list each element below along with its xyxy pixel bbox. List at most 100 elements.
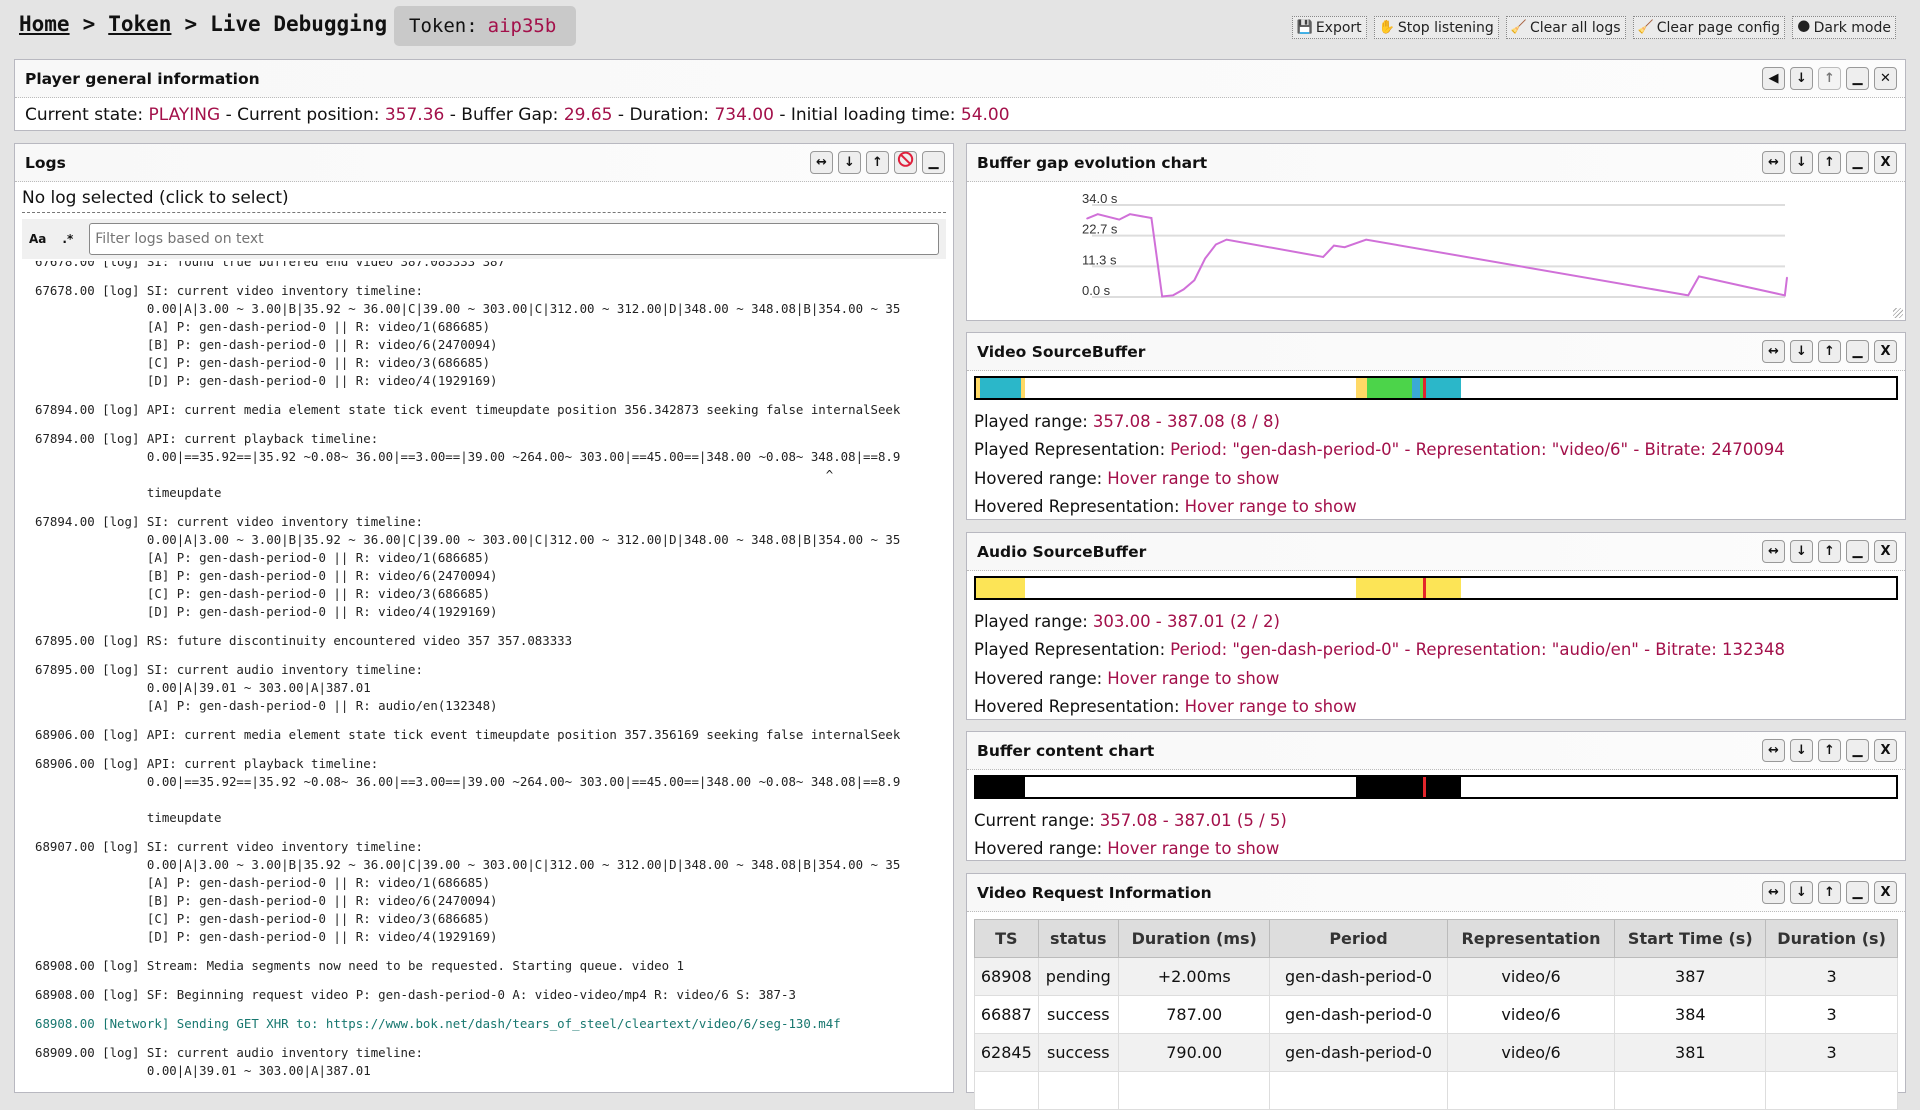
close-button[interactable]: X xyxy=(1874,151,1897,174)
minimize-button[interactable]: ▁ xyxy=(922,151,945,174)
audio-buffer-bar[interactable] xyxy=(974,576,1898,600)
case-sensitive-toggle[interactable]: Aa xyxy=(29,232,46,246)
y-tick-label: 11.3 s xyxy=(1082,252,1117,267)
module-header: Logs ↔ ↓ ↑ 🛇 ▁ xyxy=(15,144,953,182)
move-up-button[interactable]: ↑ xyxy=(1818,67,1841,90)
move-up-button[interactable]: ↑ xyxy=(1818,881,1841,904)
table-cell: video/6 xyxy=(1446,995,1616,1034)
token-badge: Token: aip35b xyxy=(394,6,576,46)
move-up-button[interactable]: ↑ xyxy=(1818,540,1841,563)
close-button[interactable]: X xyxy=(1874,881,1897,904)
module-title: Video SourceBuffer xyxy=(977,342,1146,361)
buffered-range-segment[interactable] xyxy=(1367,378,1413,398)
minimize-button[interactable]: ▁ xyxy=(1846,739,1869,762)
log-entry[interactable]: 67895.00 [log] RS: future discontinuity … xyxy=(22,632,946,650)
move-up-button[interactable]: ↑ xyxy=(1818,340,1841,363)
width-toggle-button[interactable]: ↔ xyxy=(1762,540,1785,563)
breadcrumb-token-link[interactable]: Token xyxy=(108,12,171,36)
buffered-range-segment[interactable] xyxy=(1021,378,1025,398)
column-header-period: Period xyxy=(1269,919,1448,958)
module-header: Video SourceBuffer ↔ ↓ ↑ ▁ X xyxy=(967,333,1905,371)
move-down-button[interactable]: ↓ xyxy=(838,151,861,174)
current-range-line: Current range: 357.08 - 387.01 (5 / 5) xyxy=(974,806,1898,835)
buffer-gap-data-point xyxy=(1172,294,1174,297)
width-toggle-button[interactable]: ↔ xyxy=(1762,881,1785,904)
close-button[interactable]: ✕ xyxy=(1874,67,1897,90)
minimize-button[interactable]: ▁ xyxy=(1846,881,1869,904)
move-down-button[interactable]: ↓ xyxy=(1790,340,1813,363)
move-up-button[interactable]: ↑ xyxy=(866,151,889,174)
minimize-button[interactable]: ▁ xyxy=(1846,67,1869,90)
log-entry[interactable]: 67894.00 [log] API: current playback tim… xyxy=(22,430,946,502)
log-entry[interactable]: 67894.00 [log] SI: current video invento… xyxy=(22,513,946,621)
minimize-button[interactable]: ▁ xyxy=(1846,540,1869,563)
duration-value: 734.00 xyxy=(714,105,774,125)
buffer-gap-series-line xyxy=(1086,213,1788,298)
width-toggle-button[interactable]: ↔ xyxy=(1762,151,1785,174)
close-button[interactable]: X xyxy=(1874,540,1897,563)
buffered-range-segment[interactable] xyxy=(1355,378,1368,398)
column-header-representation: Representation xyxy=(1446,919,1616,958)
module-header: Audio SourceBuffer ↔ ↓ ↑ ▁ X xyxy=(967,533,1905,571)
log-entry[interactable]: 68906.00 [log] API: current media elemen… xyxy=(22,726,946,744)
buffered-range-segment[interactable] xyxy=(1423,378,1462,398)
close-button[interactable]: X xyxy=(1874,739,1897,762)
log-entry[interactable]: 68907.00 [log] SI: current video invento… xyxy=(22,838,946,946)
log-list[interactable]: 67678.00 [log] SI: found true buffered e… xyxy=(22,261,946,1092)
log-entry[interactable]: 68906.00 [log] API: current playback tim… xyxy=(22,755,946,827)
dark-mode-button[interactable]: 🌑 Dark mode xyxy=(1792,16,1896,39)
clear-page-config-button[interactable]: 🧹 Clear page config xyxy=(1632,16,1786,39)
log-entry[interactable]: 67894.00 [log] API: current media elemen… xyxy=(22,401,946,419)
collapse-left-button[interactable]: ◀ xyxy=(1762,67,1785,90)
log-entry[interactable]: 67895.00 [log] SI: current audio invento… xyxy=(22,661,946,715)
buffered-range-segment[interactable] xyxy=(979,378,1021,398)
module-title: Player general information xyxy=(25,69,260,88)
move-down-button[interactable]: ↓ xyxy=(1790,67,1813,90)
video-buffer-bar[interactable] xyxy=(974,376,1898,400)
log-entry[interactable]: 68909.00 [log] SI: current audio invento… xyxy=(22,1044,946,1080)
buffered-range-segment[interactable] xyxy=(1355,777,1462,797)
buffer-gap-data-point xyxy=(1786,276,1788,279)
minimize-button[interactable]: ▁ xyxy=(1846,151,1869,174)
buffer-gap-data-point xyxy=(1784,294,1786,297)
column-header-duration-ms: Duration (ms) xyxy=(1117,919,1271,958)
table-cell xyxy=(1117,1071,1271,1110)
stop-listening-label: Stop listening xyxy=(1397,19,1494,36)
width-toggle-button[interactable]: ↔ xyxy=(810,151,833,174)
table-cell: 787.00 xyxy=(1117,995,1271,1034)
resize-handle[interactable] xyxy=(1893,308,1903,318)
minimize-button[interactable]: ▁ xyxy=(1846,340,1869,363)
module-title: Logs xyxy=(25,153,66,172)
clear-all-logs-button[interactable]: 🧹 Clear all logs xyxy=(1505,16,1626,39)
breadcrumb-home-link[interactable]: Home xyxy=(19,12,70,36)
move-down-button[interactable]: ↓ xyxy=(1790,739,1813,762)
move-down-button[interactable]: ↓ xyxy=(1790,540,1813,563)
log-entry[interactable]: 68908.00 [log] SF: Beginning request vid… xyxy=(22,986,946,1004)
table-cell xyxy=(1269,1071,1448,1110)
module-title: Buffer gap evolution chart xyxy=(977,153,1208,172)
width-toggle-button[interactable]: ↔ xyxy=(1762,739,1785,762)
y-tick-label: 34.0 s xyxy=(1082,191,1118,206)
width-toggle-button[interactable]: ↔ xyxy=(1762,340,1785,363)
stop-listening-button[interactable]: ✋ Stop listening xyxy=(1373,16,1499,39)
move-up-button[interactable]: ↑ xyxy=(1818,739,1841,762)
log-entry[interactable]: 68908.00 [log] Stream: Media segments no… xyxy=(22,957,946,975)
log-filter-input[interactable] xyxy=(89,223,939,255)
close-button[interactable]: X xyxy=(1874,340,1897,363)
buffered-range-segment[interactable] xyxy=(976,777,1025,797)
log-entry[interactable]: 67678.00 [log] SI: current video invento… xyxy=(22,282,946,390)
move-down-button[interactable]: ↓ xyxy=(1790,151,1813,174)
table-cell xyxy=(1037,1071,1119,1110)
export-button[interactable]: 💾 Export xyxy=(1291,16,1367,39)
clear-logs-icon[interactable]: 🛇 xyxy=(894,150,917,174)
buffered-range-segment[interactable] xyxy=(1412,378,1420,398)
buffer-content-bar[interactable] xyxy=(974,775,1898,799)
module-header: Buffer content chart ↔ ↓ ↑ ▁ X xyxy=(967,732,1905,770)
move-down-button[interactable]: ↓ xyxy=(1790,881,1813,904)
regex-toggle[interactable]: .* xyxy=(62,232,73,246)
move-up-button[interactable]: ↑ xyxy=(1818,151,1841,174)
buffered-range-segment[interactable] xyxy=(1355,578,1462,598)
log-entry[interactable]: 68908.00 [Network] Sending GET XHR to: h… xyxy=(22,1015,946,1033)
log-entry[interactable]: 67678.00 [log] SI: found true buffered e… xyxy=(22,261,946,271)
buffered-range-segment[interactable] xyxy=(976,578,1025,598)
